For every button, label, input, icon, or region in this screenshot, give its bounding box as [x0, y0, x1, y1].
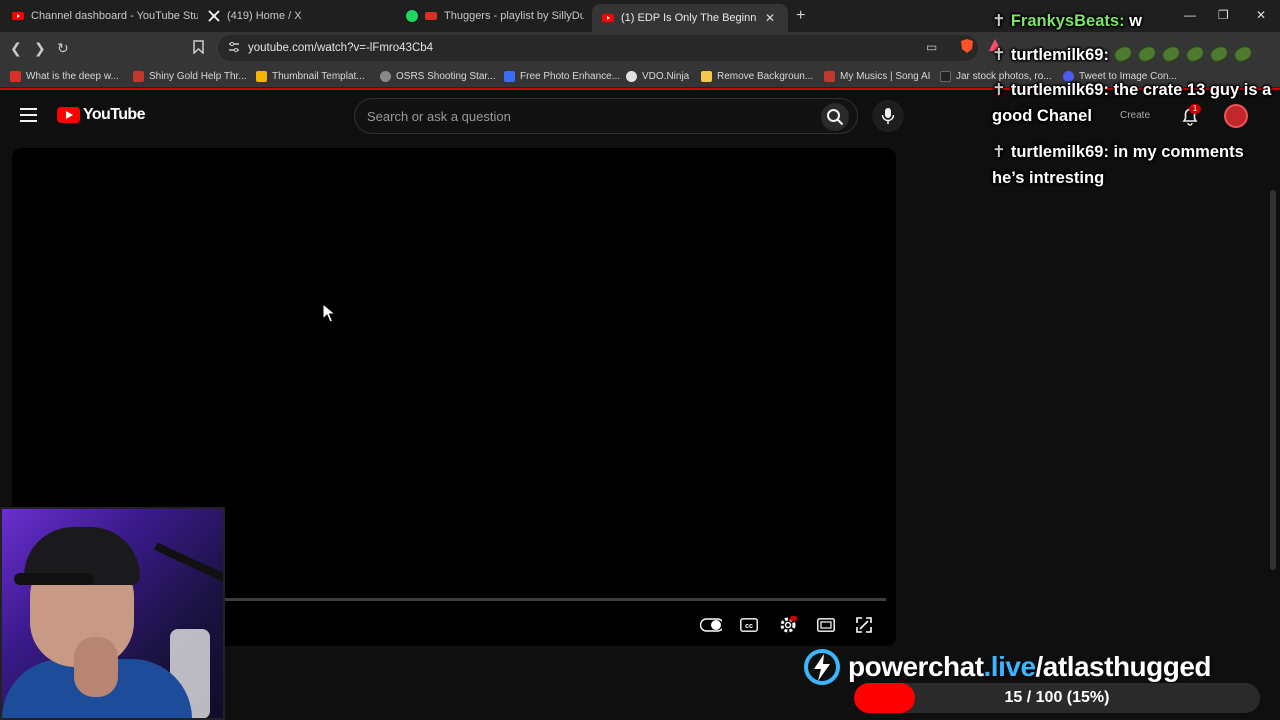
spotify-icon — [406, 10, 418, 22]
pickle-emote-icon — [1207, 43, 1230, 64]
theater-mode-icon — [817, 618, 835, 632]
tab-spotify-playlist[interactable]: Thuggers - playlist by SillyDuckSt — [396, 4, 584, 28]
pickle-emote-icon — [1159, 43, 1182, 64]
search-input[interactable] — [367, 107, 787, 125]
pickle-emote-icon — [1111, 43, 1134, 64]
bookmark-favicon-icon — [133, 70, 144, 82]
bookmark-item[interactable]: Shiny Gold Help Thr... — [133, 69, 247, 83]
search-icon — [827, 109, 844, 126]
video-progress-bar[interactable] — [224, 598, 886, 601]
bookmark-favicon-icon — [504, 70, 515, 82]
tab-x-home[interactable]: (419) Home / X — [198, 4, 396, 28]
tab-label: (419) Home / X — [227, 10, 302, 22]
cross-badge-icon: ✝ — [992, 46, 1006, 64]
pickle-emotes — [1111, 43, 1258, 69]
bookmark-favicon-icon — [701, 70, 712, 82]
reload-icon[interactable]: ↻ — [57, 40, 69, 57]
streamer-hand — [74, 637, 118, 697]
bookmark-page-icon[interactable] — [193, 40, 204, 57]
new-tab-icon[interactable]: + — [796, 7, 805, 25]
powerchat-goal-bar: 15 / 100 (15%) — [854, 683, 1260, 713]
autoplay-toggle[interactable] — [700, 614, 722, 636]
youtube-studio-favicon-icon — [12, 10, 24, 22]
captions-icon: cc — [740, 618, 758, 632]
chat-username: FrankysBeats — [1010, 12, 1120, 30]
bookmark-item[interactable]: My Musics | Song AI — [824, 69, 930, 83]
settings-button[interactable] — [777, 614, 799, 636]
powerchat-brand-prefix: powerchat — [848, 651, 984, 682]
autoplay-toggle-icon — [700, 618, 722, 632]
hamburger-menu-icon[interactable] — [20, 108, 37, 126]
tab-youtube-video[interactable]: (1) EDP Is Only The Beginning... ✕ — [592, 4, 788, 32]
bookmark-item[interactable]: OSRS Shooting Star... — [380, 69, 496, 83]
playlist-favicon-icon — [425, 10, 437, 22]
mic-arm — [154, 542, 223, 584]
fullscreen-button[interactable] — [853, 614, 875, 636]
page-scrollbar[interactable] — [1270, 190, 1276, 570]
bookmark-favicon-icon — [824, 70, 835, 82]
cross-badge-icon: ✝ — [992, 81, 1006, 99]
brave-shield-icon[interactable] — [960, 38, 974, 57]
chat-username: turtlemilk69 — [1010, 81, 1104, 99]
tab-close-icon[interactable]: ✕ — [765, 11, 775, 25]
cross-badge-icon: ✝ — [992, 12, 1006, 30]
bookmark-item[interactable]: What is the deep w... — [10, 69, 119, 83]
cast-icon[interactable]: ▭ — [926, 40, 937, 54]
bookmark-favicon-icon — [256, 70, 267, 82]
search-button[interactable] — [821, 103, 849, 131]
x-logo-icon — [208, 10, 220, 22]
back-icon[interactable]: ❮ — [10, 40, 22, 57]
youtube-favicon-icon — [602, 12, 614, 24]
svg-text:cc: cc — [745, 623, 753, 630]
bookmark-item[interactable]: VDO.Ninja — [626, 69, 689, 83]
powerchat-logo-icon — [804, 649, 840, 685]
pickle-emote-icon — [1183, 43, 1206, 64]
screen: Channel dashboard - YouTube Studio (419)… — [0, 0, 1280, 720]
pickle-emote-icon — [1231, 43, 1254, 64]
bookmark-favicon-icon — [10, 70, 21, 82]
gear-icon — [780, 616, 797, 633]
captions-button[interactable]: cc — [738, 614, 760, 636]
chat-message: ✝ turtlemilk69: the crate 13 guy is a goo… — [992, 81, 1272, 125]
search-box — [354, 98, 858, 134]
tab-label: (1) EDP Is Only The Beginning... — [621, 12, 757, 24]
bookmark-item[interactable]: Free Photo Enhance... — [504, 69, 620, 83]
theater-mode-button[interactable] — [815, 614, 837, 636]
powerchat-brand-suffix: /atlasthugged — [1035, 651, 1212, 682]
url-text: youtube.com/watch?v=-lFmro43Cb4 — [248, 42, 434, 54]
bookmark-favicon-icon — [380, 70, 391, 82]
tab-label: Channel dashboard - YouTube Studio — [31, 10, 198, 22]
chat-message: ✝ FrankysBeats: w — [992, 12, 1142, 30]
chat-username: turtlemilk69 — [1010, 143, 1104, 161]
cap-brim — [14, 573, 94, 585]
fullscreen-icon — [856, 617, 872, 633]
cross-badge-icon: ✝ — [992, 143, 1006, 161]
chat-username: turtlemilk69 — [1010, 46, 1104, 64]
tab-youtube-studio[interactable]: Channel dashboard - YouTube Studio — [2, 4, 198, 28]
mouse-cursor-icon — [322, 303, 336, 323]
address-bar[interactable]: youtube.com/watch?v=-lFmro43Cb4 — [218, 35, 978, 61]
forward-icon[interactable]: ❯ — [34, 40, 46, 57]
youtube-play-icon — [57, 107, 80, 123]
powerchat-brand-live: .live — [983, 651, 1036, 682]
site-settings-icon[interactable] — [228, 41, 240, 53]
powerchat-goal-text: 15 / 100 (15%) — [1004, 689, 1110, 706]
microphone-icon — [881, 108, 895, 124]
bookmark-favicon-icon — [940, 70, 951, 82]
pickle-emote-icon — [1135, 43, 1158, 64]
bookmark-item[interactable]: Remove Backgroun... — [701, 69, 813, 83]
powerchat-banner: powerchat .live/atlasthugged — [800, 648, 1212, 686]
chat-text: w — [1129, 12, 1142, 30]
voice-search-button[interactable] — [872, 100, 904, 132]
youtube-logo[interactable]: YouTube — [57, 106, 145, 124]
bookmark-item[interactable]: Thumbnail Templat... — [256, 69, 365, 83]
streamer-webcam — [0, 507, 225, 720]
chat-message: ✝ turtlemilk69: in my comments he’s intre… — [992, 143, 1244, 187]
chat-message: ✝ turtlemilk69: — [992, 42, 1278, 69]
tab-label: Thuggers - playlist by SillyDuckSt — [444, 10, 584, 22]
bookmark-favicon-icon — [626, 70, 637, 82]
